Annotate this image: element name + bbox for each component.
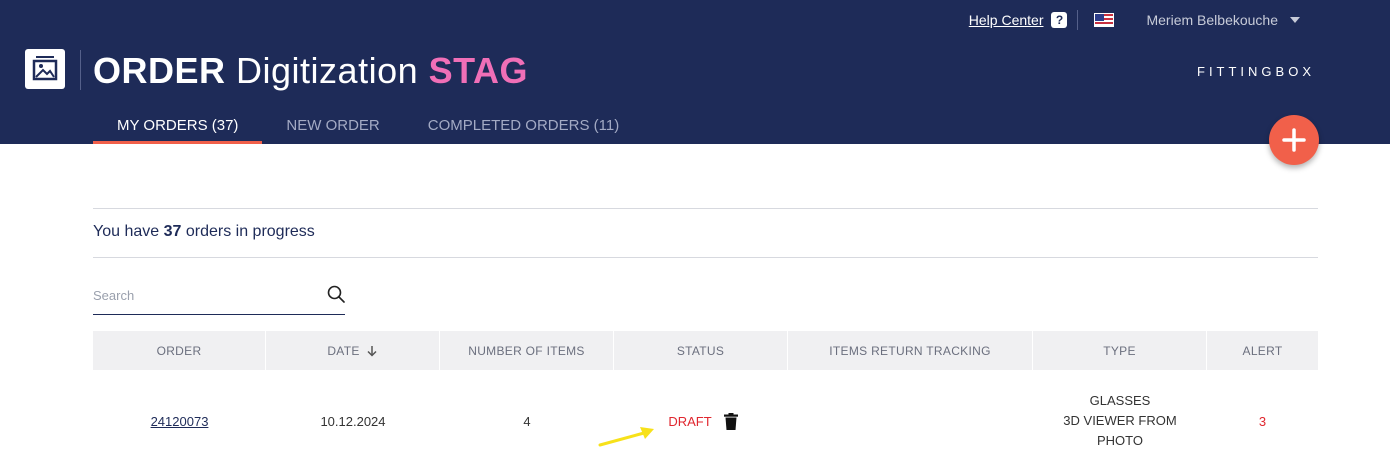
type-line: GLASSES: [1089, 393, 1151, 408]
search-box: [93, 283, 345, 315]
column-header-alert[interactable]: ALERT: [1207, 331, 1318, 370]
topbar-divider: [1077, 10, 1079, 30]
cell-items-return-tracking: [788, 390, 1033, 452]
environment-badge: STAG: [428, 50, 528, 91]
orders-summary: You have 37 orders in progress: [93, 223, 315, 241]
order-number-link[interactable]: 24120073: [151, 414, 209, 429]
cell-number-of-items: 4: [440, 390, 614, 452]
summary-prefix: You have: [93, 223, 160, 240]
column-header-date[interactable]: DATE: [266, 331, 440, 370]
app-title: ORDER Digitization STAG: [93, 50, 528, 92]
status-badge: DRAFT: [668, 413, 712, 429]
summary-count: 37: [163, 223, 182, 240]
items-count: 4: [523, 413, 531, 429]
tab-new-order[interactable]: NEW ORDER: [262, 106, 403, 144]
section-divider-top: [93, 208, 1318, 209]
cell-alert: 3: [1207, 390, 1318, 452]
alert-count[interactable]: 3: [1259, 414, 1266, 429]
column-header-order[interactable]: ORDER: [93, 331, 266, 370]
summary-suffix: orders in progress: [185, 223, 315, 240]
top-utility-bar: Help Center ? Meriem Belbekouche: [969, 8, 1300, 32]
orders-table-header: ORDER DATE NUMBER OF ITEMS STATUS ITEMS …: [93, 331, 1318, 370]
logo-divider: [80, 50, 81, 90]
search-icon[interactable]: [327, 285, 345, 303]
help-center-link[interactable]: Help Center: [969, 12, 1044, 28]
column-header-items-return-tracking[interactable]: ITEMS RETURN TRACKING: [788, 331, 1033, 370]
plus-icon: [1282, 128, 1306, 152]
trash-icon[interactable]: [723, 412, 738, 430]
image-gallery-icon: [25, 49, 65, 89]
cell-type: GLASSES 3D VIEWER FROM PHOTO: [1033, 390, 1207, 452]
title-digitization: Digitization: [236, 50, 419, 91]
type-line: 3D VIEWER FROM: [1063, 413, 1177, 428]
search-input[interactable]: [93, 283, 313, 307]
tab-my-orders[interactable]: MY ORDERS (37): [93, 106, 263, 144]
chevron-down-icon[interactable]: [1290, 17, 1300, 23]
us-flag-icon[interactable]: [1094, 13, 1115, 27]
column-header-type[interactable]: TYPE: [1033, 331, 1207, 370]
table-row: 24120073 10.12.2024 4 DRAFT GLASSES 3D V…: [93, 390, 1318, 452]
user-menu-name[interactable]: Meriem Belbekouche: [1146, 12, 1278, 28]
annotation-arrow-icon: [598, 427, 654, 447]
app-header: Help Center ? Meriem Belbekouche ORDER D…: [0, 0, 1390, 144]
arrow-down-icon: [367, 345, 377, 357]
cell-order: 24120073: [93, 390, 266, 452]
order-date: 10.12.2024: [320, 413, 386, 429]
column-header-status[interactable]: STATUS: [614, 331, 788, 370]
fittingbox-logo: FITTINGBOX: [1197, 64, 1315, 79]
title-order: ORDER: [93, 50, 226, 91]
cell-date: 10.12.2024: [266, 390, 440, 452]
column-header-number-of-items[interactable]: NUMBER OF ITEMS: [440, 331, 614, 370]
help-question-icon[interactable]: ?: [1051, 12, 1068, 28]
type-line: PHOTO: [1097, 433, 1143, 448]
main-tabs: MY ORDERS (37) NEW ORDER COMPLETED ORDER…: [93, 106, 643, 144]
add-order-button[interactable]: [1269, 115, 1319, 165]
section-divider-bottom: [93, 257, 1318, 258]
tab-completed-orders[interactable]: COMPLETED ORDERS (11): [404, 106, 643, 144]
